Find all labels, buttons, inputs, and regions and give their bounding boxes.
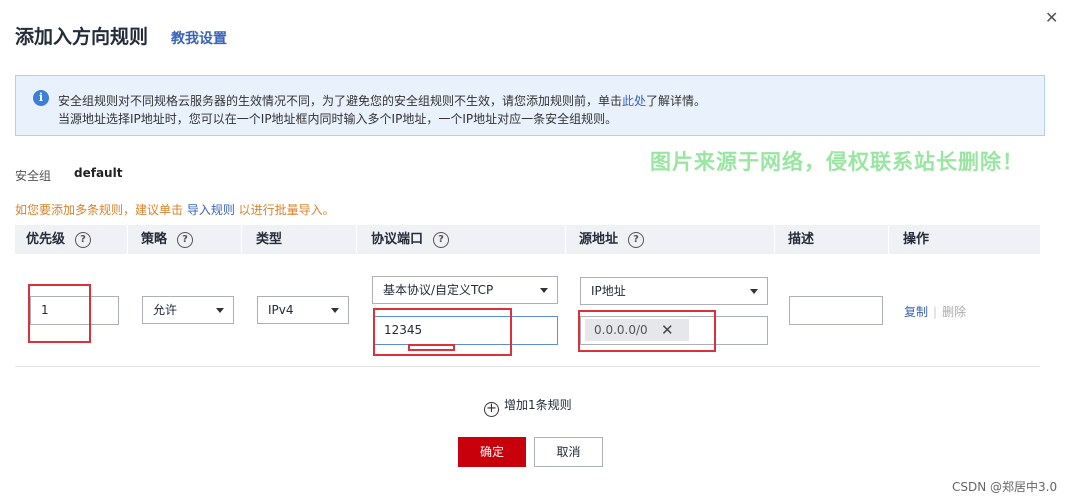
chevron-down-icon: [331, 308, 339, 313]
add-rule-button[interactable]: + 增加1条规则: [484, 396, 572, 417]
chevron-down-icon: [750, 289, 758, 294]
row-actions: 复制 | 删除: [904, 305, 967, 319]
th-type: 类型: [256, 232, 283, 247]
help-icon[interactable]: ?: [75, 231, 92, 248]
batch-import-tip: 如您要添加多条规则，建议单击 导入规则 以进行批量导入。: [15, 203, 335, 217]
cancel-button[interactable]: 取消: [534, 437, 603, 467]
delete-link: 删除: [942, 305, 967, 319]
teach-me-link[interactable]: 教我设置: [171, 28, 227, 48]
th-priority: 优先级?: [26, 225, 92, 254]
row-divider: [15, 366, 1040, 367]
plus-circle-icon: +: [484, 402, 499, 417]
help-icon[interactable]: ?: [433, 231, 450, 248]
help-icon[interactable]: ?: [177, 231, 194, 248]
info-line-1: 安全组规则对不同规格云服务器的生效情况不同，为了避免您的安全组规则不生效，请您添…: [58, 94, 707, 108]
table-header: 优先级? 策略? 类型 协议端口? 源地址? 描述 操作: [15, 225, 1040, 254]
highlight-underline-port: [408, 344, 455, 351]
watermark-text: 图片来源于网络，侵权联系站长删除！: [650, 150, 1024, 174]
security-group-label: 安全组: [15, 169, 52, 183]
info-icon: i: [33, 90, 49, 106]
confirm-button[interactable]: 确定: [458, 437, 526, 467]
description-input[interactable]: [789, 296, 883, 325]
highlight-box-priority: [28, 284, 91, 343]
chevron-down-icon: [540, 288, 548, 293]
protocol-select[interactable]: 基本协议/自定义TCP: [372, 276, 558, 304]
th-action: 操作: [903, 232, 930, 247]
help-icon[interactable]: ?: [628, 231, 645, 248]
details-link[interactable]: 此处: [622, 94, 646, 108]
th-source: 源地址?: [579, 225, 645, 254]
th-protocol-port: 协议端口?: [371, 225, 450, 254]
th-description: 描述: [788, 232, 815, 247]
info-banner: i 安全组规则对不同规格云服务器的生效情况不同，为了避免您的安全组规则不生效，请…: [15, 75, 1045, 136]
dialog-title: 添加入方向规则: [15, 26, 149, 48]
type-select[interactable]: IPv4: [257, 296, 349, 324]
security-group-value: default: [74, 166, 123, 180]
chevron-down-icon: [216, 308, 224, 313]
copy-link[interactable]: 复制: [904, 305, 928, 319]
policy-select[interactable]: 允许: [142, 296, 234, 324]
close-icon[interactable]: ✕: [1045, 9, 1058, 27]
info-line-2: 当源地址选择IP地址时，您可以在一个IP地址框内同时输入多个IP地址，一个IP地…: [58, 112, 618, 126]
th-policy: 策略?: [141, 225, 194, 254]
import-rules-link[interactable]: 导入规则: [187, 203, 235, 217]
highlight-box-source: [578, 310, 716, 352]
source-type-select[interactable]: IP地址: [580, 277, 768, 305]
csdn-footer: CSDN @郑居中3.0: [952, 480, 1058, 494]
